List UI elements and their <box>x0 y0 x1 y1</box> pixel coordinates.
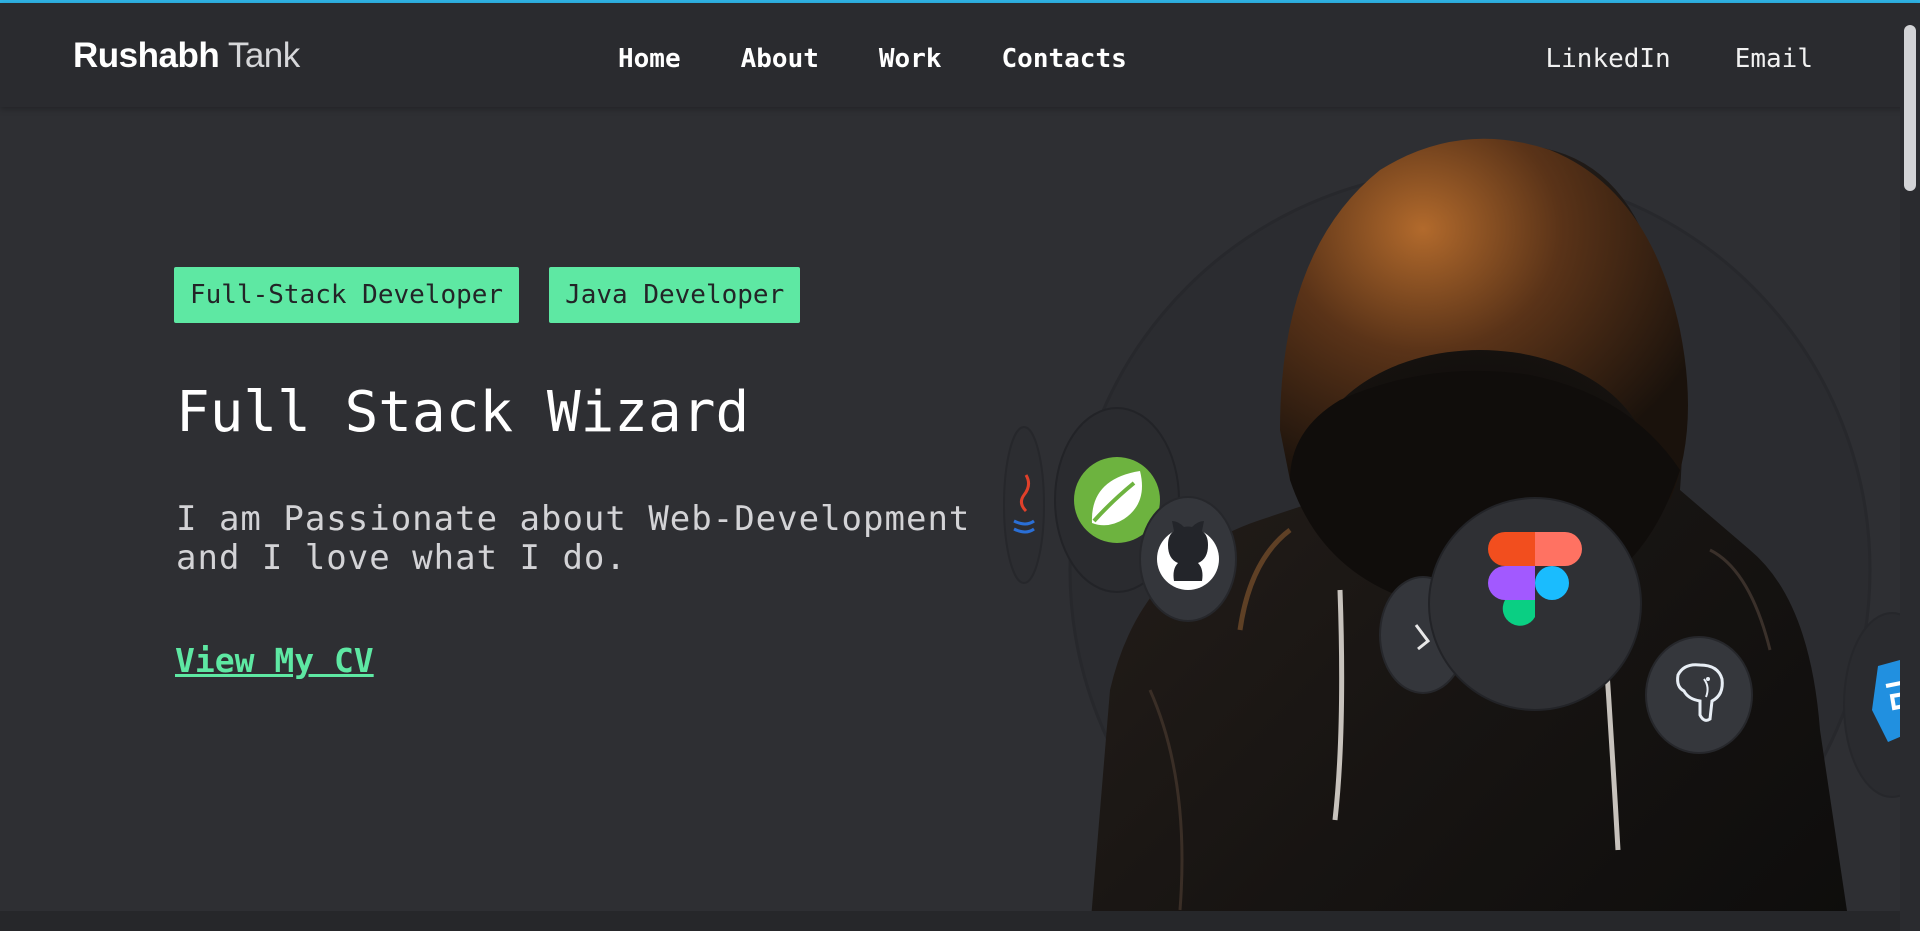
next-section-edge <box>0 911 1900 931</box>
hero-description: I am Passionate about Web-Development an… <box>176 499 971 578</box>
badge-java: Java Developer <box>549 267 801 323</box>
navbar: Rushabh Tank Home About Work Contacts Li… <box>0 3 1920 107</box>
hero-visual <box>990 130 1900 931</box>
brand-last-name: Tank <box>227 36 300 75</box>
java-icon <box>1002 425 1046 589</box>
page-scrollbar[interactable] <box>1900 3 1920 931</box>
figma-icon <box>1427 496 1643 716</box>
nav-work-link[interactable]: Work <box>879 44 942 74</box>
linkedin-link[interactable]: LinkedIn <box>1545 44 1670 74</box>
nav-contacts-link[interactable]: Contacts <box>1002 44 1127 74</box>
brand-logo[interactable]: Rushabh Tank <box>73 36 300 76</box>
brand-first-name: Rushabh <box>73 36 220 75</box>
postgresql-elephant-icon <box>1644 635 1754 759</box>
scrollbar-thumb[interactable] <box>1904 25 1916 191</box>
badge-fullstack: Full-Stack Developer <box>174 267 520 323</box>
github-icon <box>1138 495 1238 627</box>
email-link[interactable]: Email <box>1735 44 1813 74</box>
css3-icon <box>1842 610 1900 804</box>
role-badges: Full-Stack Developer Java Developer <box>174 267 830 323</box>
nav-about-link[interactable]: About <box>741 44 819 74</box>
social-links: LinkedIn Email <box>1481 44 1813 74</box>
view-cv-link[interactable]: View My CV <box>175 641 374 680</box>
main-nav: Home About Work Contacts <box>618 44 1187 74</box>
hero-title: Full Stack Wizard <box>176 380 750 445</box>
nav-home-link[interactable]: Home <box>618 44 681 74</box>
